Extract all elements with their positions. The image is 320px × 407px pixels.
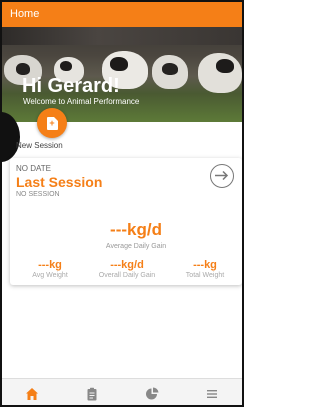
greeting-text: Hi Gerard! xyxy=(22,75,120,97)
nav-reports[interactable] xyxy=(122,379,182,405)
metric-label: Avg Weight xyxy=(32,272,68,279)
session-date: NO DATE xyxy=(16,164,51,173)
cow-image xyxy=(162,63,178,75)
nav-home[interactable] xyxy=(2,379,62,405)
arrow-right-icon xyxy=(215,170,229,181)
open-session-button[interactable] xyxy=(210,164,234,188)
cow-image xyxy=(16,63,30,75)
new-session-label: New Session xyxy=(16,141,63,150)
metric-label: Overall Daily Gain xyxy=(98,272,156,279)
adg-value: ---kg/d xyxy=(110,220,162,239)
last-session-card[interactable]: NO DATE Last Session NO SESSION ---kg/d … xyxy=(10,158,242,285)
last-session-title: Last Session xyxy=(16,174,103,190)
metric-avg-weight: ---kg Avg Weight xyxy=(15,259,85,279)
metric-value: ---kg xyxy=(193,259,217,271)
metric-value: ---kg xyxy=(38,259,62,271)
session-name: NO SESSION xyxy=(16,191,60,198)
cow-image xyxy=(216,59,234,73)
nav-menu[interactable] xyxy=(182,379,242,405)
cow-image xyxy=(60,61,72,71)
app-frame: Home Hi Gerard! Welcome to Animal Perfor… xyxy=(0,0,244,407)
metric-total-weight: ---kg Total Weight xyxy=(170,259,240,279)
hero-banner: Hi Gerard! Welcome to Animal Performance xyxy=(2,27,242,122)
metric-label: Total Weight xyxy=(185,272,225,279)
app-title: Home xyxy=(10,8,40,20)
new-document-icon: + xyxy=(46,116,58,130)
welcome-text: Welcome to Animal Performance xyxy=(23,97,140,106)
metric-overall-daily-gain: ---kg/d Overall Daily Gain xyxy=(92,259,162,279)
clipboard-icon xyxy=(87,387,97,400)
app-bar: Home xyxy=(2,2,242,27)
menu-icon xyxy=(207,389,217,398)
bottom-nav xyxy=(2,378,242,405)
nav-sessions[interactable] xyxy=(62,379,122,405)
new-session-button[interactable]: + xyxy=(37,108,67,138)
cow-image xyxy=(110,57,128,71)
adg-label: Average Daily Gain xyxy=(105,243,167,250)
home-icon xyxy=(26,387,38,400)
pie-chart-icon xyxy=(146,386,159,399)
metric-value: ---kg/d xyxy=(110,259,144,271)
hero-sky xyxy=(2,27,242,45)
